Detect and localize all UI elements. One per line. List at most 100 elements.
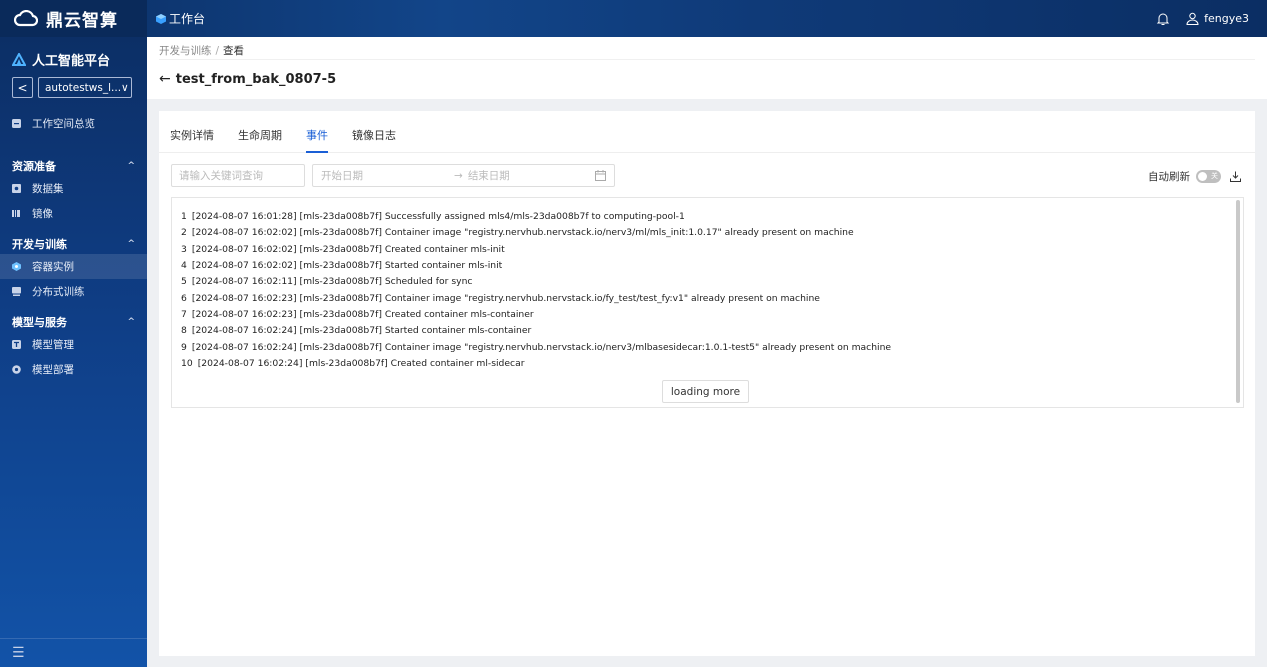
log-line: 1 [2024-08-07 16:01:28] [mls-23da008b7f] … xyxy=(181,209,891,225)
deploy-icon xyxy=(12,365,21,374)
sidebar-item-label: 模型部署 xyxy=(32,364,74,376)
menu-toggle-button[interactable]: ☰ xyxy=(0,638,147,667)
download-icon[interactable] xyxy=(1230,171,1241,182)
dataset-icon xyxy=(12,184,21,193)
workspace-select[interactable]: autotestws_l... ∨ xyxy=(38,77,132,98)
log-line-text: [2024-08-07 16:02:24] [mls-23da008b7f] C… xyxy=(191,341,892,353)
breadcrumb-item-current: 查看 xyxy=(223,45,245,57)
brand-name: 鼎云智算 xyxy=(46,11,118,31)
cube-icon xyxy=(156,13,166,24)
log-line-text: [2024-08-07 16:02:11] [mls-23da008b7f] S… xyxy=(191,276,473,288)
sidebar-item-label: 容器实例 xyxy=(32,261,74,273)
tab-bar: 实例详情 生命周期 事件 镜像日志 xyxy=(159,111,1255,153)
log-line-text: [2024-08-07 16:02:23] [mls-23da008b7f] C… xyxy=(191,292,820,304)
workbench-link[interactable]: 工作台 xyxy=(156,10,205,27)
workspace-row: < autotestws_l... ∨ xyxy=(0,69,147,98)
cloud-logo-icon xyxy=(14,9,38,26)
top-bar: 鼎云智算 工作台 fengye3 xyxy=(0,0,1267,37)
chevron-up-icon: ^ xyxy=(127,317,135,327)
log-line: 3 [2024-08-07 16:02:02] [mls-23da008b7f] … xyxy=(181,242,891,258)
auto-refresh-toggle[interactable]: 关 xyxy=(1196,170,1221,183)
log-line-number: 1 xyxy=(181,211,187,222)
page-header: 开发与训练 / 查看 ← test_from_bak_0807-5 xyxy=(147,37,1267,99)
tab-instance-details[interactable]: 实例详情 xyxy=(170,111,214,153)
sidebar-item-dataset[interactable]: 数据集 xyxy=(0,176,147,201)
main-card: 实例详情 生命周期 事件 镜像日志 开始日期 → 结束日期 自动刷新 关 1 [2… xyxy=(159,111,1255,656)
breadcrumb-item-dev-train[interactable]: 开发与训练 xyxy=(159,45,212,57)
section-resource-prep[interactable]: 资源准备 ^ xyxy=(0,156,147,176)
log-line-number: 3 xyxy=(181,243,187,255)
log-line-number: 5 xyxy=(181,276,187,288)
bell-icon[interactable] xyxy=(1156,12,1170,26)
sidebar-item-label: 分布式训练 xyxy=(32,286,85,298)
log-line-number: 7 xyxy=(181,309,187,321)
log-line-text: [2024-08-07 16:02:02] [mls-23da008b7f] C… xyxy=(191,243,505,255)
log-line-number: 9 xyxy=(181,341,187,353)
date-range-picker[interactable]: 开始日期 → 结束日期 xyxy=(312,164,615,187)
section-model-service[interactable]: 模型与服务 ^ xyxy=(0,312,147,332)
platform-title: 人工智能平台 xyxy=(0,37,147,69)
user-icon[interactable] xyxy=(1186,12,1199,25)
image-icon xyxy=(12,210,20,217)
toggle-state-label: 关 xyxy=(1211,172,1218,180)
breadcrumb: 开发与训练 / 查看 xyxy=(159,43,244,58)
start-date-field[interactable]: 开始日期 xyxy=(321,168,454,183)
log-line: 2 [2024-08-07 16:02:02] [mls-23da008b7f] … xyxy=(181,225,891,241)
section-dev-train[interactable]: 开发与训练 ^ xyxy=(0,234,147,254)
scrollbar[interactable] xyxy=(1236,200,1240,403)
page-title: test_from_bak_0807-5 xyxy=(175,71,337,87)
log-line: 10 [2024-08-07 16:02:24] [mls-23da008b7f]… xyxy=(181,356,891,372)
chevron-down-icon: ∨ xyxy=(121,81,129,94)
filter-bar: 开始日期 → 结束日期 xyxy=(171,164,615,187)
auto-refresh-control: 自动刷新 关 xyxy=(1148,169,1241,184)
workspace-back-button[interactable]: < xyxy=(12,77,33,98)
workbench-label: 工作台 xyxy=(169,12,206,26)
log-line: 6 [2024-08-07 16:02:23] [mls-23da008b7f] … xyxy=(181,291,891,307)
calendar-icon xyxy=(595,170,606,181)
log-line: 7 [2024-08-07 16:02:23] [mls-23da008b7f] … xyxy=(181,307,891,323)
sidebar-item-image[interactable]: 镜像 xyxy=(0,201,147,226)
overview-icon xyxy=(12,119,21,128)
platform-logo-icon xyxy=(12,53,26,66)
divider xyxy=(159,59,1255,60)
log-line: 9 [2024-08-07 16:02:24] [mls-23da008b7f] … xyxy=(181,340,891,356)
distributed-icon xyxy=(12,287,21,296)
log-line-text: [2024-08-07 16:02:24] [mls-23da008b7f] C… xyxy=(197,358,525,370)
platform-title-label: 人工智能平台 xyxy=(32,54,111,69)
date-range-arrow: → xyxy=(454,169,463,182)
event-log-panel: 1 [2024-08-07 16:01:28] [mls-23da008b7f] … xyxy=(171,197,1244,408)
sidebar-item-distributed-training[interactable]: 分布式训练 xyxy=(0,279,147,304)
sidebar-item-container-instance[interactable]: 容器实例 xyxy=(0,254,147,279)
sidebar-item-label: 工作空间总览 xyxy=(32,118,95,130)
menu-icon: ☰ xyxy=(12,645,25,661)
log-line-number: 6 xyxy=(181,292,187,304)
top-right-area: fengye3 xyxy=(1156,12,1267,26)
chevron-up-icon: ^ xyxy=(127,161,135,171)
sidebar-item-label: 数据集 xyxy=(32,183,64,195)
tab-image-logs[interactable]: 镜像日志 xyxy=(352,111,396,153)
toggle-knob xyxy=(1198,172,1207,181)
section-title: 模型与服务 xyxy=(12,316,67,329)
log-line: 4 [2024-08-07 16:02:02] [mls-23da008b7f] … xyxy=(181,258,891,274)
end-date-field[interactable]: 结束日期 xyxy=(468,168,595,183)
tab-events[interactable]: 事件 xyxy=(306,111,328,153)
keyword-search-input[interactable] xyxy=(171,164,305,187)
brand[interactable]: 鼎云智算 xyxy=(0,0,147,37)
sidebar-item-model-management[interactable]: 模型管理 xyxy=(0,332,147,357)
event-log-list: 1 [2024-08-07 16:01:28] [mls-23da008b7f] … xyxy=(181,209,891,372)
sidebar-item-label: 模型管理 xyxy=(32,339,74,351)
tab-lifecycle[interactable]: 生命周期 xyxy=(238,111,282,153)
loading-more-button[interactable]: loading more xyxy=(662,380,749,403)
back-arrow-icon[interactable]: ← xyxy=(159,71,171,87)
section-title: 开发与训练 xyxy=(12,238,67,251)
log-line-number: 8 xyxy=(181,325,187,337)
sidebar-item-model-deploy[interactable]: 模型部署 xyxy=(0,357,147,382)
log-line-text: [2024-08-07 16:01:28] [mls-23da008b7f] S… xyxy=(191,211,685,222)
page-title-row: ← test_from_bak_0807-5 xyxy=(159,71,336,87)
sidebar-item-overview[interactable]: 工作空间总览 xyxy=(0,111,147,136)
username[interactable]: fengye3 xyxy=(1204,12,1249,25)
log-line-text: [2024-08-07 16:02:24] [mls-23da008b7f] S… xyxy=(191,325,532,337)
log-line-number: 4 xyxy=(181,260,187,272)
log-line-text: [2024-08-07 16:02:02] [mls-23da008b7f] S… xyxy=(191,260,503,272)
sidebar-item-label: 镜像 xyxy=(32,208,53,220)
